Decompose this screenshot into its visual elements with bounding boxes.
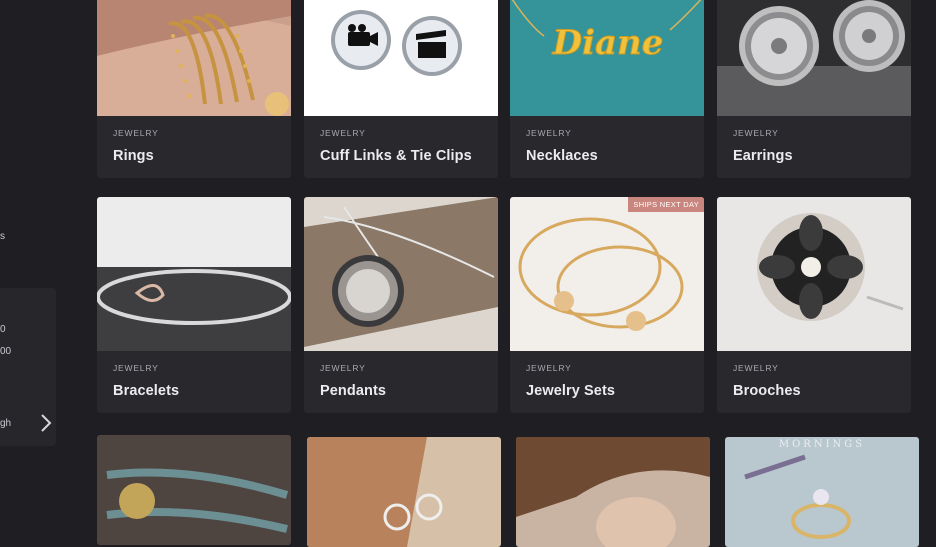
card-category: JEWELRY <box>526 128 572 138</box>
category-card-pendants[interactable]: JEWELRY Pendants <box>304 197 498 413</box>
card-category: JEWELRY <box>320 363 366 373</box>
card-title[interactable]: Pendants <box>320 383 386 399</box>
necklaces-image: Diane <box>510 0 704 116</box>
card-category: JEWELRY <box>113 128 159 138</box>
cuff-links-image <box>304 0 498 116</box>
ships-next-day-badge: SHIPS NEXT DAY <box>628 197 704 212</box>
card-title[interactable]: Brooches <box>733 383 801 399</box>
row3-image-4: MORNINGS <box>725 437 919 547</box>
row3-image-text: MORNINGS <box>779 439 865 450</box>
sidebar: s 0 00 gh <box>0 0 84 532</box>
card-title[interactable]: Rings <box>113 148 154 164</box>
brooches-image <box>717 197 911 351</box>
card-title[interactable]: Cuff Links & Tie Clips <box>320 148 472 164</box>
sidebar-fragment-1: s <box>0 231 5 242</box>
category-card-row3-3[interactable] <box>516 437 710 547</box>
earrings-image <box>717 0 911 116</box>
card-category: JEWELRY <box>320 128 366 138</box>
sidebar-item-label[interactable]: gh <box>0 418 11 429</box>
category-card-rings[interactable]: JEWELRY Rings <box>97 0 291 178</box>
necklace-pendant-text: Diane <box>552 23 664 63</box>
category-card-bracelets[interactable]: JEWELRY Bracelets <box>97 197 291 413</box>
chevron-right-icon[interactable] <box>38 412 54 434</box>
card-category: JEWELRY <box>733 128 779 138</box>
jewelry-sets-image: SHIPS NEXT DAY <box>510 197 704 351</box>
card-category: JEWELRY <box>733 363 779 373</box>
row3-image-1 <box>97 435 291 545</box>
card-category: JEWELRY <box>113 363 159 373</box>
card-title[interactable]: Jewelry Sets <box>526 383 615 399</box>
row3-image-3 <box>516 437 710 547</box>
row3-image-2 <box>307 437 501 547</box>
sidebar-fragment-2: 0 <box>0 324 6 335</box>
category-card-necklaces[interactable]: Diane JEWELRY Necklaces <box>510 0 704 178</box>
card-category: JEWELRY <box>526 363 572 373</box>
category-card-row3-1[interactable] <box>97 435 291 545</box>
card-title[interactable]: Bracelets <box>113 383 179 399</box>
category-card-jewelry-sets[interactable]: SHIPS NEXT DAY JEWELRY Jewelry Sets <box>510 197 704 413</box>
card-title[interactable]: Necklaces <box>526 148 598 164</box>
bracelets-image <box>97 197 291 351</box>
category-card-cuff-links[interactable]: JEWELRY Cuff Links & Tie Clips <box>304 0 498 178</box>
rings-image <box>97 0 291 116</box>
category-card-row3-2[interactable] <box>307 437 501 547</box>
category-card-row3-4[interactable]: MORNINGS <box>725 437 919 547</box>
pendants-image <box>304 197 498 351</box>
category-card-brooches[interactable]: JEWELRY Brooches <box>717 197 911 413</box>
category-card-earrings[interactable]: JEWELRY Earrings <box>717 0 911 178</box>
sidebar-fragment-3: 00 <box>0 346 12 357</box>
card-title[interactable]: Earrings <box>733 148 793 164</box>
